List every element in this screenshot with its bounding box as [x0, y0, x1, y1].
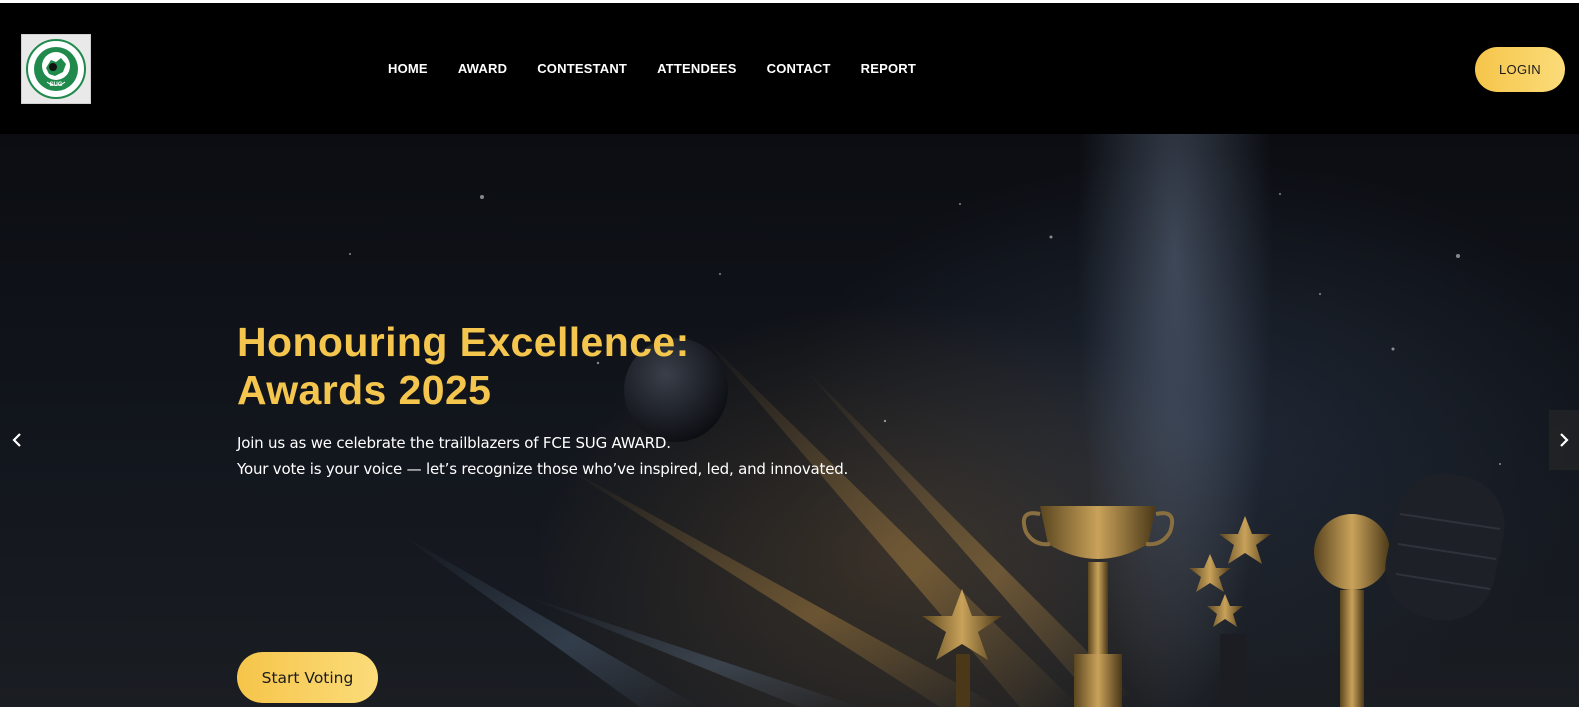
- hero-content: Honouring Excellence: Awards 2025 Join u…: [237, 318, 937, 703]
- hero-title-line-2: Awards 2025: [237, 367, 492, 413]
- hero-desc-line-1: Join us as we celebrate the trailblazers…: [237, 434, 671, 452]
- globe-trophy-icon: [1314, 514, 1390, 707]
- hero-slider: Honouring Excellence: Awards 2025 Join u…: [0, 134, 1579, 707]
- hero-title: Honouring Excellence: Awards 2025: [237, 318, 937, 414]
- logo-text: SUG: [49, 82, 62, 88]
- nav-contestant[interactable]: CONTESTANT: [537, 61, 627, 76]
- sug-logo-icon: SUG: [26, 39, 86, 99]
- nav-attendees[interactable]: ATTENDEES: [657, 61, 737, 76]
- hero-title-line-1: Honouring Excellence:: [237, 319, 690, 365]
- start-voting-button[interactable]: Start Voting: [237, 652, 378, 703]
- microphone-icon: [1385, 473, 1505, 621]
- main-nav: HOME AWARD CONTESTANT ATTENDEES CONTACT …: [388, 61, 946, 76]
- page: SUG HOME AWARD CONTESTANT ATTENDEES CONT…: [0, 0, 1579, 707]
- nav-contact[interactable]: CONTACT: [767, 61, 831, 76]
- slider-next-button[interactable]: [1549, 410, 1579, 470]
- stars-trophy-base: [1220, 634, 1246, 707]
- nav-report[interactable]: REPORT: [861, 61, 916, 76]
- nav-home[interactable]: HOME: [388, 61, 428, 76]
- login-button[interactable]: LOGIN: [1475, 47, 1565, 92]
- stars-trophy-icon: [1189, 516, 1271, 627]
- navbar: SUG HOME AWARD CONTESTANT ATTENDEES CONT…: [0, 3, 1579, 134]
- hero-description: Join us as we celebrate the trailblazers…: [237, 430, 937, 482]
- nav-award[interactable]: AWARD: [458, 61, 507, 76]
- slider-prev-button[interactable]: [0, 410, 34, 470]
- chevron-left-icon: [12, 433, 21, 447]
- site-logo[interactable]: SUG: [21, 34, 91, 104]
- hero-desc-line-2: Your vote is your voice — let’s recogniz…: [237, 460, 849, 478]
- star-trophy-stem: [956, 654, 970, 707]
- chevron-right-icon: [1560, 433, 1569, 447]
- light-ray: [400, 534, 700, 707]
